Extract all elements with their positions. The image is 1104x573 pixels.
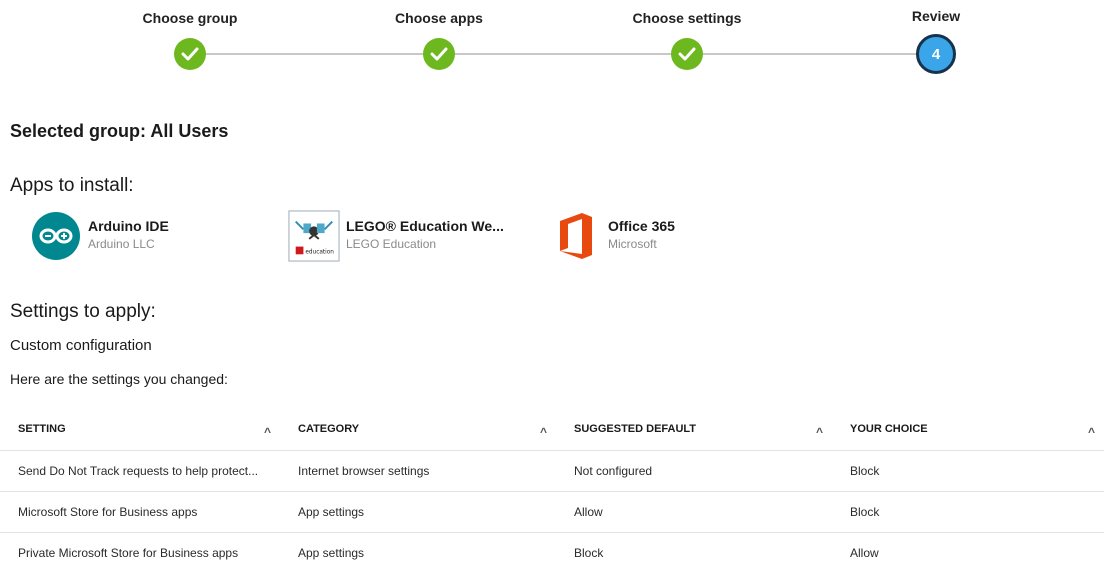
suggested-default-cell: Not configured: [574, 464, 653, 478]
wizard-stepper: Choose group Choose apps Choose settings…: [0, 0, 1104, 80]
stepper-connector: [190, 53, 936, 55]
app-name: Arduino IDE: [88, 218, 169, 234]
your-choice-cell: Block: [850, 505, 880, 519]
step-label: Choose group: [142, 10, 238, 26]
check-icon: [671, 38, 703, 70]
column-header-category[interactable]: CATEGORY ^: [280, 423, 556, 435]
office-icon: [550, 210, 602, 262]
lego-education-icon: education: [288, 210, 340, 262]
changed-settings-note: Here are the settings you changed:: [10, 371, 228, 387]
category-cell: App settings: [298, 505, 365, 519]
step-choose-apps[interactable]: Choose apps: [349, 10, 529, 70]
setting-cell: Microsoft Store for Business apps: [18, 505, 198, 519]
app-list: Arduino IDE Arduino LLC education LEGO® …: [0, 210, 1104, 270]
column-header-your-choice[interactable]: YOUR CHOICE ^: [832, 423, 1104, 435]
check-icon: [174, 38, 206, 70]
category-cell: App settings: [298, 546, 365, 560]
table-row[interactable]: Private Microsoft Store for Business app…: [0, 533, 1104, 573]
arduino-icon: [30, 210, 82, 262]
suggested-default-cell: Block: [574, 546, 604, 560]
sort-ascending-icon[interactable]: ^: [540, 425, 547, 435]
setting-cell: Send Do Not Track requests to help prote…: [18, 464, 259, 478]
app-publisher: LEGO Education: [346, 237, 437, 251]
step-choose-group[interactable]: Choose group: [100, 10, 280, 70]
column-header-suggested-default[interactable]: SUGGESTED DEFAULT ^: [556, 423, 832, 435]
step-label: Choose settings: [632, 10, 742, 26]
table-row[interactable]: Microsoft Store for Business apps App se…: [0, 492, 1104, 533]
selected-group-heading: Selected group: All Users: [10, 121, 229, 141]
your-choice-cell: Allow: [850, 546, 879, 560]
setting-cell: Private Microsoft Store for Business app…: [18, 546, 239, 560]
step-review[interactable]: Review 4: [846, 8, 1026, 74]
app-publisher: Microsoft: [608, 237, 657, 251]
apps-heading: Apps to install:: [10, 175, 134, 196]
category-cell: Internet browser settings: [298, 464, 430, 478]
app-name: LEGO® Education We...: [346, 218, 504, 234]
app-name: Office 365: [608, 218, 675, 234]
settings-heading: Settings to apply:: [10, 301, 156, 322]
lego-icon-caption: education: [305, 249, 334, 255]
sort-ascending-icon[interactable]: ^: [264, 425, 271, 435]
settings-table: SETTING ^ CATEGORY ^ SUGGESTED DEFAULT ^…: [0, 408, 1104, 573]
table-row[interactable]: Send Do Not Track requests to help prote…: [0, 451, 1104, 492]
table-header-row: SETTING ^ CATEGORY ^ SUGGESTED DEFAULT ^…: [0, 408, 1104, 451]
app-publisher: Arduino LLC: [88, 237, 155, 251]
step-label: Review: [911, 8, 961, 24]
sort-ascending-icon[interactable]: ^: [816, 425, 823, 435]
your-choice-cell: Block: [850, 464, 880, 478]
column-header-label: SUGGESTED DEFAULT: [574, 423, 697, 435]
config-type: Custom configuration: [10, 337, 152, 354]
suggested-default-cell: Allow: [574, 505, 603, 519]
app-item-lego: education LEGO® Education We... LEGO Edu…: [288, 210, 504, 262]
sort-ascending-icon[interactable]: ^: [1088, 425, 1095, 435]
app-item-arduino: Arduino IDE Arduino LLC: [30, 210, 169, 262]
step-label: Choose apps: [395, 10, 483, 26]
column-header-setting[interactable]: SETTING ^: [0, 423, 280, 435]
app-item-office: Office 365 Microsoft: [550, 210, 675, 262]
step-choose-settings[interactable]: Choose settings: [597, 10, 777, 70]
column-header-label: SETTING: [18, 423, 66, 435]
check-icon: [423, 38, 455, 70]
column-header-label: YOUR CHOICE: [850, 423, 928, 435]
column-header-label: CATEGORY: [298, 423, 360, 435]
step-number: 4: [931, 45, 941, 63]
step-number-badge: 4: [916, 34, 956, 74]
